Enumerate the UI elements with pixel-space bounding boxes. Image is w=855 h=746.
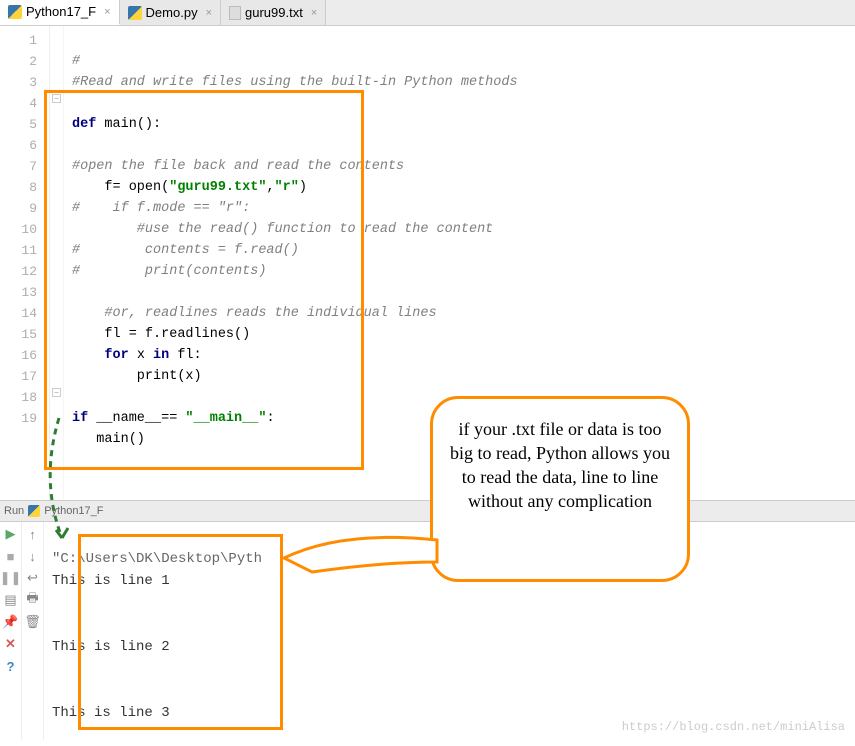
tab-label: guru99.txt: [245, 5, 303, 20]
code-comment: # if f.mode == "r":: [72, 201, 250, 216]
code-editor[interactable]: 123 456 789 101112 131415 161718 19 − − …: [0, 26, 855, 500]
code-comment: #or, readlines reads the individual line…: [72, 306, 437, 321]
pin-icon[interactable]: 📌: [3, 614, 19, 630]
tab-label: Demo.py: [146, 5, 198, 20]
editor-tabs: Python17_F × Demo.py × guru99.txt ×: [0, 0, 855, 26]
code-comment: #open the file back and read the content…: [72, 159, 404, 174]
pause-icon[interactable]: ❚❚: [3, 570, 19, 586]
code-line: main(): [72, 432, 145, 447]
run-panel-header: Run Python17_F: [0, 500, 855, 522]
fold-marker-icon[interactable]: −: [52, 94, 61, 103]
close-icon[interactable]: ×: [104, 6, 110, 18]
console-line: This is line 3: [52, 705, 170, 721]
console-line: This is line 1: [52, 573, 170, 589]
up-arrow-icon[interactable]: ↑: [25, 526, 41, 542]
tab-python17[interactable]: Python17_F ×: [0, 0, 120, 25]
tab-label: Python17_F: [26, 4, 96, 19]
python-icon: [8, 5, 22, 19]
run-label: Run: [4, 505, 24, 517]
watermark-text: https://blog.csdn.net/miniAlisa: [622, 720, 845, 734]
code-line: print(x): [72, 369, 202, 384]
code-line: fl = f.readlines(): [72, 327, 250, 342]
play-icon[interactable]: ▶: [3, 526, 19, 542]
python-icon: [28, 505, 40, 517]
callout-text: if your .txt file or data is too big to …: [450, 419, 670, 511]
console-toolbar: ↑ ↓ ↩ 🖶 🗑: [22, 522, 44, 740]
wrap-icon[interactable]: ↩: [25, 570, 41, 586]
down-arrow-icon[interactable]: ↓: [25, 548, 41, 564]
print-icon[interactable]: 🖶: [25, 592, 41, 608]
line-number-gutter: 123 456 789 101112 131415 161718 19: [0, 26, 50, 500]
code-comment: #Read and write files using the built-in…: [72, 75, 518, 90]
fold-column: − −: [50, 26, 64, 500]
console-panel: ▶ ■ ❚❚ ▤ 📌 ✕ ? ↑ ↓ ↩ 🖶 🗑 "C:\Users\DK\De…: [0, 522, 855, 740]
console-line: This is line 2: [52, 639, 170, 655]
layout-icon[interactable]: ▤: [3, 592, 19, 608]
tab-demo[interactable]: Demo.py ×: [120, 0, 221, 25]
trash-icon[interactable]: 🗑: [25, 614, 41, 630]
fold-marker-icon[interactable]: −: [52, 388, 61, 397]
close-icon[interactable]: ×: [311, 7, 317, 19]
close-icon[interactable]: ✕: [3, 636, 19, 652]
stop-icon[interactable]: ■: [3, 548, 19, 564]
annotation-callout: if your .txt file or data is too big to …: [430, 396, 690, 582]
tab-guru99[interactable]: guru99.txt ×: [221, 0, 326, 25]
close-icon[interactable]: ×: [206, 7, 212, 19]
text-file-icon: [229, 6, 241, 20]
run-target: Python17_F: [44, 505, 103, 517]
code-comment: #use the read() function to read the con…: [72, 222, 493, 237]
console-path: "C:\Users\DK\Desktop\Pyth code\Pyt: [52, 551, 380, 567]
code-comment: # print(contents): [72, 264, 266, 279]
help-icon[interactable]: ?: [3, 658, 19, 674]
run-toolbar: ▶ ■ ❚❚ ▤ 📌 ✕ ?: [0, 522, 22, 740]
code-comment: #: [72, 54, 80, 69]
code-comment: # contents = f.read(): [72, 243, 299, 258]
python-icon: [128, 6, 142, 20]
